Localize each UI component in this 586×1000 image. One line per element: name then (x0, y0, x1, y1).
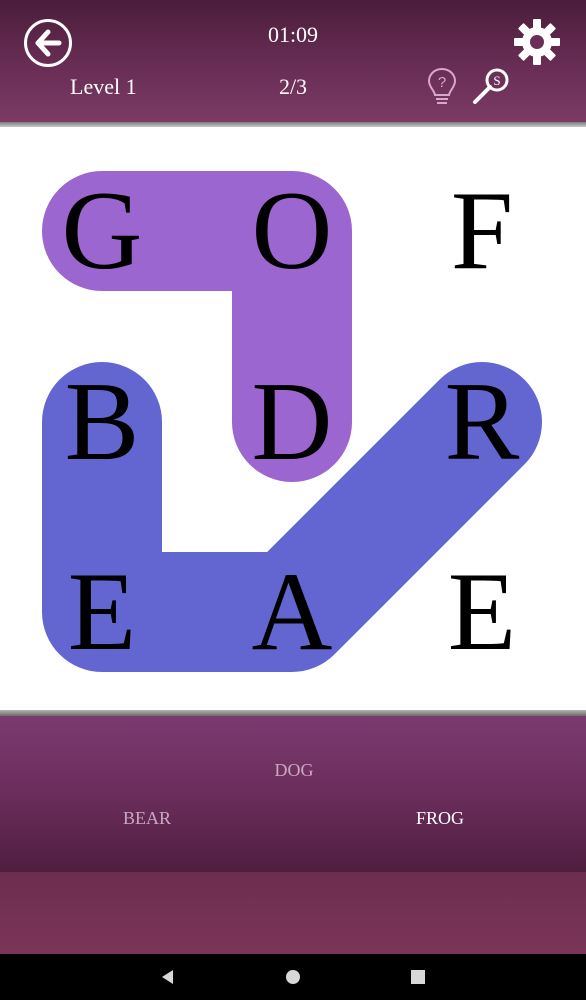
lightbulb-question-icon[interactable]: ? (426, 66, 458, 108)
cell-r2-c2[interactable]: E (422, 552, 542, 672)
cell-r2-c0[interactable]: E (42, 552, 162, 672)
word-bear: BEAR (122, 808, 171, 828)
nav-back-triangle-icon[interactable] (158, 967, 178, 987)
word-dog: DOG (274, 760, 314, 780)
svg-text:S: S (493, 73, 500, 88)
cell-r1-c2[interactable]: R (422, 362, 542, 482)
cell-r1-c0[interactable]: B (42, 362, 162, 482)
gear-icon[interactable] (512, 17, 562, 67)
letter-board[interactable]: GOFBDREAE (0, 127, 586, 710)
timer: 01:09 (267, 22, 319, 47)
cell-r0-c2[interactable]: F (422, 171, 542, 291)
word-list-panel: DOG BEAR FROG (0, 716, 586, 872)
cell-r0-c1[interactable]: O (232, 171, 352, 291)
footer-panel (0, 872, 586, 954)
nav-home-circle-icon[interactable] (283, 967, 303, 987)
back-arrow-icon[interactable] (24, 19, 72, 67)
progress-counter: 2/3 (278, 74, 308, 99)
nav-recents-square-icon[interactable] (408, 967, 428, 987)
top-bar: 01:09 Level 1 2/3 ? S (0, 0, 586, 122)
cell-r2-c1[interactable]: A (232, 552, 352, 672)
system-nav-bar (0, 954, 586, 1000)
svg-text:?: ? (438, 74, 446, 91)
level-label: Level 1 (70, 74, 137, 99)
cell-r1-c1[interactable]: D (232, 362, 352, 482)
word-frog: FROG (415, 808, 464, 828)
magnifier-s-icon[interactable]: S (470, 66, 512, 108)
cell-r0-c0[interactable]: G (42, 171, 162, 291)
